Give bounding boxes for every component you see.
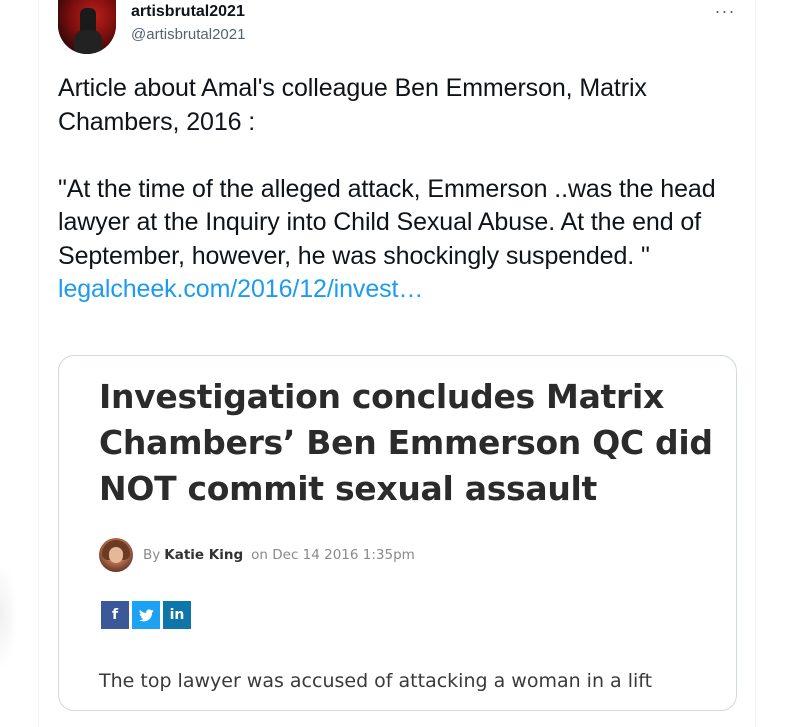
- article-byline: By Katie King on Dec 14 2016 1:35pm: [99, 538, 415, 572]
- twitter-share-button[interactable]: [132, 601, 160, 629]
- left-edge-shadow: [0, 560, 18, 670]
- author-name: Katie King: [164, 547, 244, 563]
- card-subtitle: The top lawyer was accused of attacking …: [99, 670, 653, 692]
- byline-prefix: By: [143, 547, 161, 563]
- user-handle[interactable]: @artisbrutal2021: [131, 26, 245, 43]
- facebook-share-button[interactable]: f: [101, 601, 129, 629]
- display-name[interactable]: artisbrutal2021: [131, 3, 245, 21]
- facebook-icon: f: [111, 607, 119, 623]
- link-preview-card[interactable]: Investigation concludes Matrix Chambers’…: [58, 355, 737, 711]
- tweet-text: Article about Amal's colleague Ben Emmer…: [58, 72, 738, 307]
- page: artisbrutal2021 @artisbrutal2021 ··· Art…: [0, 0, 789, 727]
- tweet-body: Article about Amal's colleague Ben Emmer…: [58, 74, 716, 270]
- card-headline: Investigation concludes Matrix Chambers’…: [99, 377, 713, 508]
- article-date: on Dec 14 2016 1:35pm: [251, 547, 415, 563]
- user-avatar[interactable]: [58, 0, 116, 54]
- author-avatar: [99, 538, 133, 572]
- twitter-bird-icon: [138, 608, 154, 621]
- linkedin-share-button[interactable]: in: [163, 601, 191, 629]
- social-share-buttons: f in: [101, 601, 191, 629]
- tweet-link[interactable]: legalcheek.com/2016/12/invest…: [58, 275, 423, 303]
- more-options-icon[interactable]: ···: [712, 0, 738, 22]
- linkedin-icon: in: [169, 607, 185, 623]
